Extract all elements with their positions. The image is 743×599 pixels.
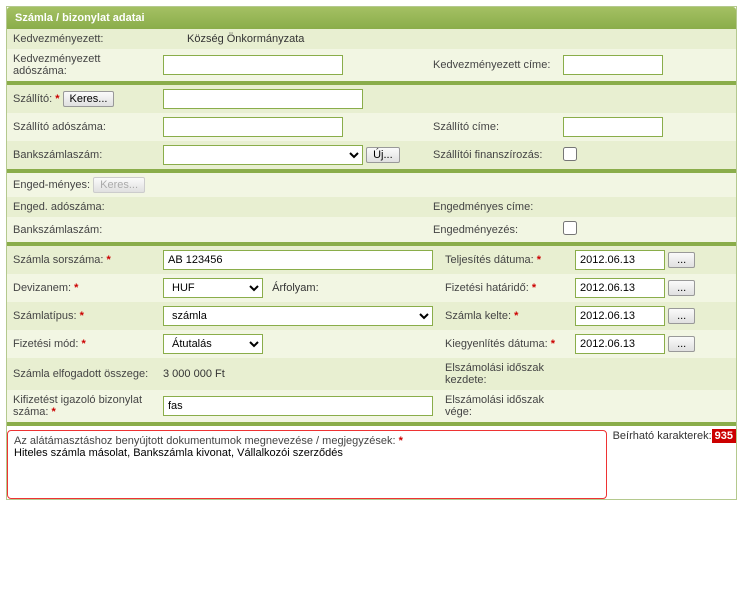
checkbox-engedmenyezes[interactable] xyxy=(563,221,577,235)
label-kiegy-datum: Kiegyenlítés dátuma: * xyxy=(439,330,569,358)
section-engedmenyes: Enged-ményes: Keres... Enged. adószáma: … xyxy=(7,173,736,242)
label-szamla-kelte: Számla kelte: * xyxy=(439,302,569,330)
label-enged-cim: Engedményes címe: xyxy=(427,197,557,217)
label-devizanem: Devizanem: * xyxy=(7,274,157,302)
label-kif-biz: Kifizetést igazoló bizonylat száma: * xyxy=(7,390,157,422)
label-elfogadott: Számla elfogadott összege: xyxy=(7,358,157,390)
label-engedmenyezes: Engedményezés: xyxy=(427,217,557,242)
label-enged: Enged-ményes: Keres... xyxy=(7,173,157,197)
panel-title: Számla / bizonylat adatai xyxy=(15,12,145,24)
checkbox-szall-fin[interactable] xyxy=(563,147,577,161)
label-kedv: Kedvezményezett: xyxy=(7,29,157,49)
label-bankszamla: Bankszámlaszám: xyxy=(7,141,157,169)
label-kedv-cim: Kedvezményezett címe: xyxy=(427,49,557,81)
label-fiz-mod: Fizetési mód: * xyxy=(7,330,157,358)
input-szallito-adoszam[interactable] xyxy=(163,117,343,137)
value-elfogadott: 3 000 000 Ft xyxy=(157,358,439,390)
input-kedv-cim[interactable] xyxy=(563,55,663,75)
section-szallito: Szállító: * Keres... Szállító adószáma: … xyxy=(7,85,736,169)
label-kedv-adoszam: Kedvezményezett adószáma: xyxy=(7,49,157,81)
label-char: Beírható karakterek: xyxy=(613,430,712,442)
section-kedvezmenyezett: Kedvezményezett: Község Önkormányzata Ke… xyxy=(7,29,736,81)
input-kiegy-datum[interactable] xyxy=(575,334,665,354)
label-elsz-vege: Elszámolási időszak vége: xyxy=(439,390,569,422)
select-devizanem[interactable]: HUF xyxy=(163,278,263,298)
button-date-kiegy[interactable]: ... xyxy=(668,336,695,352)
button-date-kelte[interactable]: ... xyxy=(668,308,695,324)
label-szamlatipus: Számlatípus: * xyxy=(7,302,157,330)
select-fiz-mod[interactable]: Átutalás xyxy=(163,334,263,354)
input-kif-biz[interactable] xyxy=(163,396,433,416)
input-szamla-sorszam[interactable] xyxy=(163,250,433,270)
button-keres-szallito[interactable]: Keres... xyxy=(63,91,115,107)
input-kedv-adoszam[interactable] xyxy=(163,55,343,75)
label-arfolyam: Árfolyam: xyxy=(272,282,318,294)
value-kedv: Község Önkormányzata xyxy=(157,29,736,49)
select-bankszamla[interactable] xyxy=(163,145,363,165)
label-bankszamla2: Bankszámlaszám: xyxy=(7,217,157,242)
label-fiz-hatarido: Fizetési határidő: * xyxy=(439,274,569,302)
label-doc: Az alátámasztáshoz benyújtott dokumentum… xyxy=(14,435,403,447)
input-szallito[interactable] xyxy=(163,89,363,109)
select-szamlatipus[interactable]: számla xyxy=(163,306,433,326)
section-szamla: Számla sorszáma: * Teljesítés dátuma: * … xyxy=(7,246,736,422)
button-date-fizhat[interactable]: ... xyxy=(668,280,695,296)
doc-box: Az alátámasztáshoz benyújtott dokumentum… xyxy=(7,430,607,499)
button-date-telj[interactable]: ... xyxy=(668,252,695,268)
label-enged-adoszam: Enged. adószáma: xyxy=(7,197,157,217)
label-szall-fin: Szállítói finanszírozás: xyxy=(427,141,557,169)
input-fiz-hatarido[interactable] xyxy=(575,278,665,298)
label-szamla-sorszam: Számla sorszáma: * xyxy=(7,246,157,274)
label-szallito-cim: Szállító címe: xyxy=(427,113,557,141)
button-uj[interactable]: Új... xyxy=(366,147,400,163)
label-telj-datum: Teljesítés dátuma: * xyxy=(439,246,569,274)
label-szallito: Szállító: * Keres... xyxy=(7,85,157,113)
section-documents: Az alátámasztáshoz benyújtott dokumentum… xyxy=(7,430,736,499)
input-szallito-cim[interactable] xyxy=(563,117,663,137)
panel-header: Számla / bizonylat adatai xyxy=(7,7,736,29)
button-keres-enged: Keres... xyxy=(93,177,145,193)
char-counter-wrap: Beírható karakterek:935 xyxy=(613,430,736,442)
label-elsz-kezd: Elszámolási időszak kezdete: xyxy=(439,358,569,390)
char-count: 935 xyxy=(712,429,736,443)
textarea-doc[interactable] xyxy=(14,447,600,491)
label-szallito-adoszam: Szállító adószáma: xyxy=(7,113,157,141)
input-telj-datum[interactable] xyxy=(575,250,665,270)
input-szamla-kelte[interactable] xyxy=(575,306,665,326)
